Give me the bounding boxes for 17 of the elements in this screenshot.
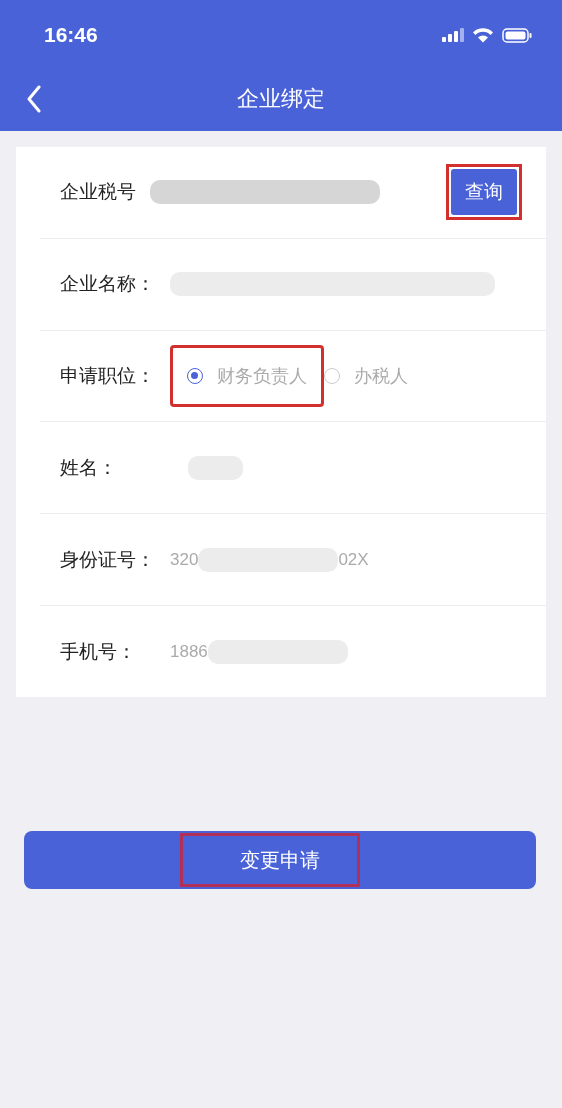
submit-button[interactable]: 变更申请 (24, 831, 536, 889)
field-value: 320 (170, 549, 199, 570)
battery-icon (502, 27, 532, 43)
wifi-icon (472, 27, 494, 43)
back-icon[interactable] (26, 85, 42, 113)
query-button[interactable]: 查询 (451, 169, 517, 216)
field-label: 手机号： (60, 638, 137, 664)
status-time: 16:46 (44, 23, 98, 47)
field-value: 1886 (170, 641, 208, 662)
signal-icon (442, 28, 464, 42)
field-label: 身份证号： (60, 546, 156, 572)
field-label: 申请职位： (60, 363, 156, 389)
field-label: 企业名称： (60, 271, 156, 297)
field-value: 02X (338, 549, 369, 570)
field-label: 企业税号 (60, 179, 137, 205)
page-title: 企业绑定 (237, 85, 325, 113)
field-label: 姓名： (60, 454, 118, 480)
